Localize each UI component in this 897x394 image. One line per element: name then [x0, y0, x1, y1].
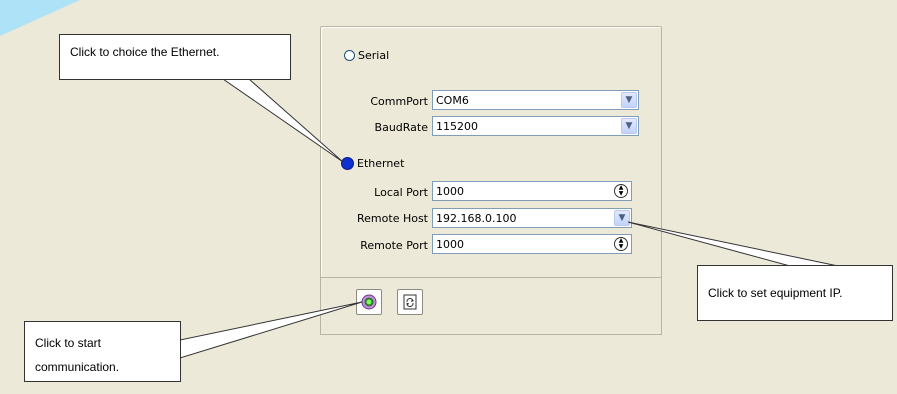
- local-port-value: 1000: [436, 184, 464, 198]
- remote-port-label: Remote Port: [360, 239, 428, 252]
- commport-label: CommPort: [370, 95, 428, 108]
- spin-updown-icon[interactable]: ▲ ▼: [614, 184, 628, 198]
- commport-value: COM6: [436, 93, 469, 107]
- baudrate-value: 115200: [436, 119, 478, 133]
- remote-host-value: 192.168.0.100: [436, 211, 517, 225]
- callout-start-line1: Click to start: [35, 336, 102, 350]
- callout-equipment-ip: Click to set equipment IP.: [697, 265, 893, 321]
- start-communication-button[interactable]: [356, 289, 382, 315]
- callout-start: Click to start communication.: [24, 321, 181, 382]
- remote-port-spinner[interactable]: 1000 ▲ ▼: [432, 234, 632, 254]
- remote-host-label: Remote Host: [357, 212, 428, 225]
- remote-port-value: 1000: [436, 237, 464, 251]
- callout-equipment-ip-text: Click to set equipment IP.: [708, 286, 843, 300]
- callout-ethernet-text: Click to choice the Ethernet.: [70, 45, 220, 59]
- commport-select[interactable]: COM6 ▼: [432, 90, 639, 110]
- start-communication-icon: [361, 294, 377, 310]
- baudrate-select[interactable]: 115200 ▼: [432, 116, 639, 136]
- spin-updown-icon[interactable]: ▲ ▼: [614, 237, 628, 251]
- baudrate-label: BaudRate: [374, 121, 428, 134]
- local-port-spinner[interactable]: 1000 ▲ ▼: [432, 181, 632, 201]
- serial-radio-label: Serial: [358, 49, 390, 62]
- refresh-button[interactable]: [397, 289, 423, 315]
- chevron-down-icon[interactable]: ▼: [614, 210, 630, 226]
- refresh-icon: [403, 294, 417, 310]
- ethernet-radio-label: Ethernet: [357, 157, 405, 170]
- ethernet-radio[interactable]: Ethernet: [341, 157, 404, 170]
- chevron-down-icon[interactable]: ▼: [621, 118, 637, 134]
- callout-start-line2: communication.: [35, 360, 120, 374]
- serial-radio[interactable]: Serial: [344, 49, 389, 62]
- chevron-down-icon[interactable]: ▼: [621, 92, 637, 108]
- local-port-label: Local Port: [374, 186, 428, 199]
- ethernet-radio-circle[interactable]: [341, 157, 354, 170]
- callout-ethernet: Click to choice the Ethernet.: [59, 34, 291, 80]
- remote-host-select[interactable]: 192.168.0.100 ▼: [432, 208, 632, 228]
- serial-radio-circle[interactable]: [344, 50, 355, 61]
